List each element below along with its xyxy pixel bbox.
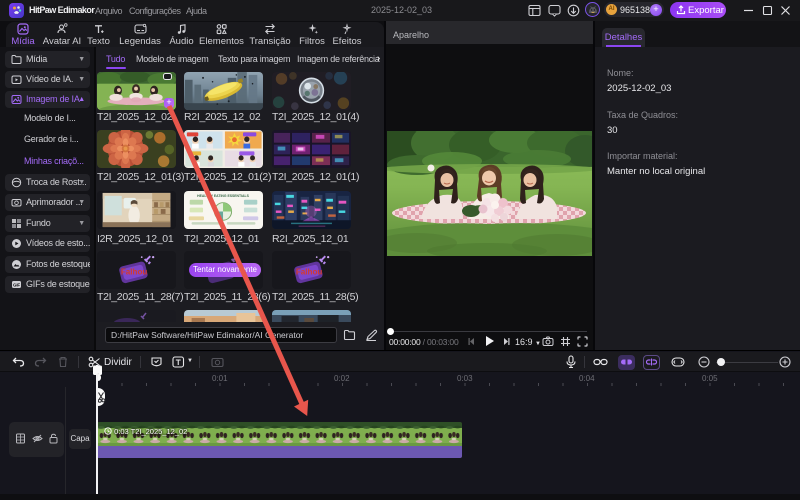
svg-text:Falhou: Falhou xyxy=(296,267,323,276)
svg-text:Falhou: Falhou xyxy=(121,267,148,276)
svg-text:HEALTHY EATING ESSENTIALS: HEALTHY EATING ESSENTIALS xyxy=(197,194,249,198)
svg-text:GIF: GIF xyxy=(13,283,20,288)
